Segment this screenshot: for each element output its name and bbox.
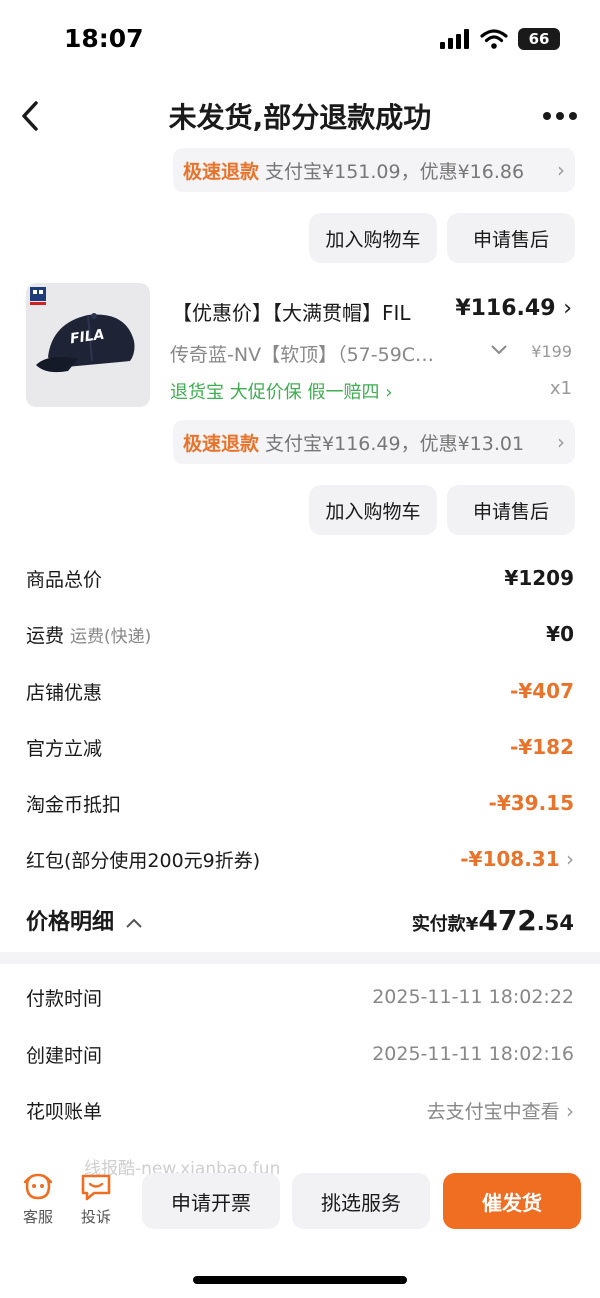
- refund-tag: 极速退款: [183, 432, 260, 455]
- more-dots-icon: [543, 112, 577, 120]
- fee-row-coin: 淘金币抵扣 -¥39.15: [26, 791, 574, 816]
- nav-bar: 未发货,部分退款成功: [0, 90, 600, 144]
- refund-tag: 极速退款: [183, 160, 260, 183]
- chevron-down-icon[interactable]: [490, 340, 508, 361]
- chevron-right-icon: ›: [385, 382, 393, 403]
- urge-shipping-button[interactable]: 催发货: [443, 1173, 581, 1229]
- product-price: ¥116.49 ›: [455, 296, 572, 321]
- chevron-right-icon: ›: [559, 1098, 574, 1123]
- price-detail-row[interactable]: 价格明细 实付款¥472.54: [26, 900, 574, 940]
- refund-desc: 支付宝¥151.09，优惠¥16.86: [265, 160, 525, 183]
- status-icons: 66: [440, 28, 560, 50]
- status-bar: 18:07 66: [0, 0, 600, 80]
- refund-status-item2[interactable]: 极速退款 支付宝¥116.49，优惠¥13.01 ›: [173, 420, 575, 464]
- fee-row-redpack[interactable]: 红包(部分使用200元9折券) -¥108.31 ›: [26, 844, 574, 874]
- chevron-up-icon: [126, 918, 142, 928]
- original-price: ¥199: [531, 342, 572, 361]
- product-title[interactable]: 【优惠价】【大满贯帽】FIL: [172, 297, 411, 326]
- customer-service-icon: [23, 1173, 53, 1200]
- invoice-button[interactable]: 申请开票: [142, 1173, 280, 1229]
- chevron-right-icon: ›: [557, 158, 565, 182]
- page-title: 未发货,部分退款成功: [168, 101, 432, 134]
- status-time: 18:07: [64, 24, 144, 53]
- add-to-cart-button[interactable]: 加入购物车: [309, 213, 437, 263]
- battery-icon: 66: [518, 28, 560, 50]
- fee-row-total: 商品总价 ¥1209: [26, 566, 574, 591]
- customer-service-button[interactable]: 客服: [17, 1172, 59, 1227]
- paid-amount: 实付款¥472.54: [411, 903, 574, 937]
- fee-row-official-discount: 官方立减 -¥182: [26, 735, 574, 760]
- complain-button[interactable]: 投诉: [75, 1172, 117, 1227]
- fee-row-shipping: 运费 运费(快递) ¥0: [26, 622, 574, 647]
- refund-desc: 支付宝¥116.49，优惠¥13.01: [265, 432, 525, 455]
- chevron-right-icon: ›: [563, 296, 572, 321]
- section-divider: [0, 952, 600, 964]
- signal-icon: [440, 29, 469, 49]
- quantity: x1: [549, 378, 572, 399]
- complain-icon: [81, 1174, 111, 1201]
- chevron-right-icon: ›: [557, 430, 565, 454]
- fee-row-shop-discount: 店铺优惠 -¥407: [26, 679, 574, 704]
- chevron-right-icon: ›: [559, 847, 574, 871]
- price-detail-title: 价格明细: [26, 910, 115, 935]
- wifi-icon: [480, 29, 508, 49]
- info-row-create-time: 创建时间 2025-11-11 18:02:16: [26, 1043, 574, 1067]
- after-sale-button[interactable]: 申请售后: [447, 485, 575, 535]
- info-row-pay-time: 付款时间 2025-11-11 18:02:22: [26, 986, 574, 1010]
- add-to-cart-button[interactable]: 加入购物车: [309, 485, 437, 535]
- info-row-huabei[interactable]: 花呗账单 去支付宝中查看 ›: [26, 1095, 574, 1125]
- product-sku[interactable]: 传奇蓝-NV【软顶】（57-59C…: [170, 340, 434, 367]
- after-sale-button[interactable]: 申请售后: [447, 213, 575, 263]
- service-tags[interactable]: 退货宝 大促价保 假一赔四 ›: [170, 378, 392, 404]
- pick-service-button[interactable]: 挑选服务: [292, 1173, 430, 1229]
- more-button[interactable]: [542, 98, 578, 134]
- product-image[interactable]: FILA: [26, 283, 150, 407]
- refund-status-item1[interactable]: 极速退款 支付宝¥151.09，优惠¥16.86 ›: [173, 148, 575, 192]
- home-indicator[interactable]: [193, 1276, 407, 1284]
